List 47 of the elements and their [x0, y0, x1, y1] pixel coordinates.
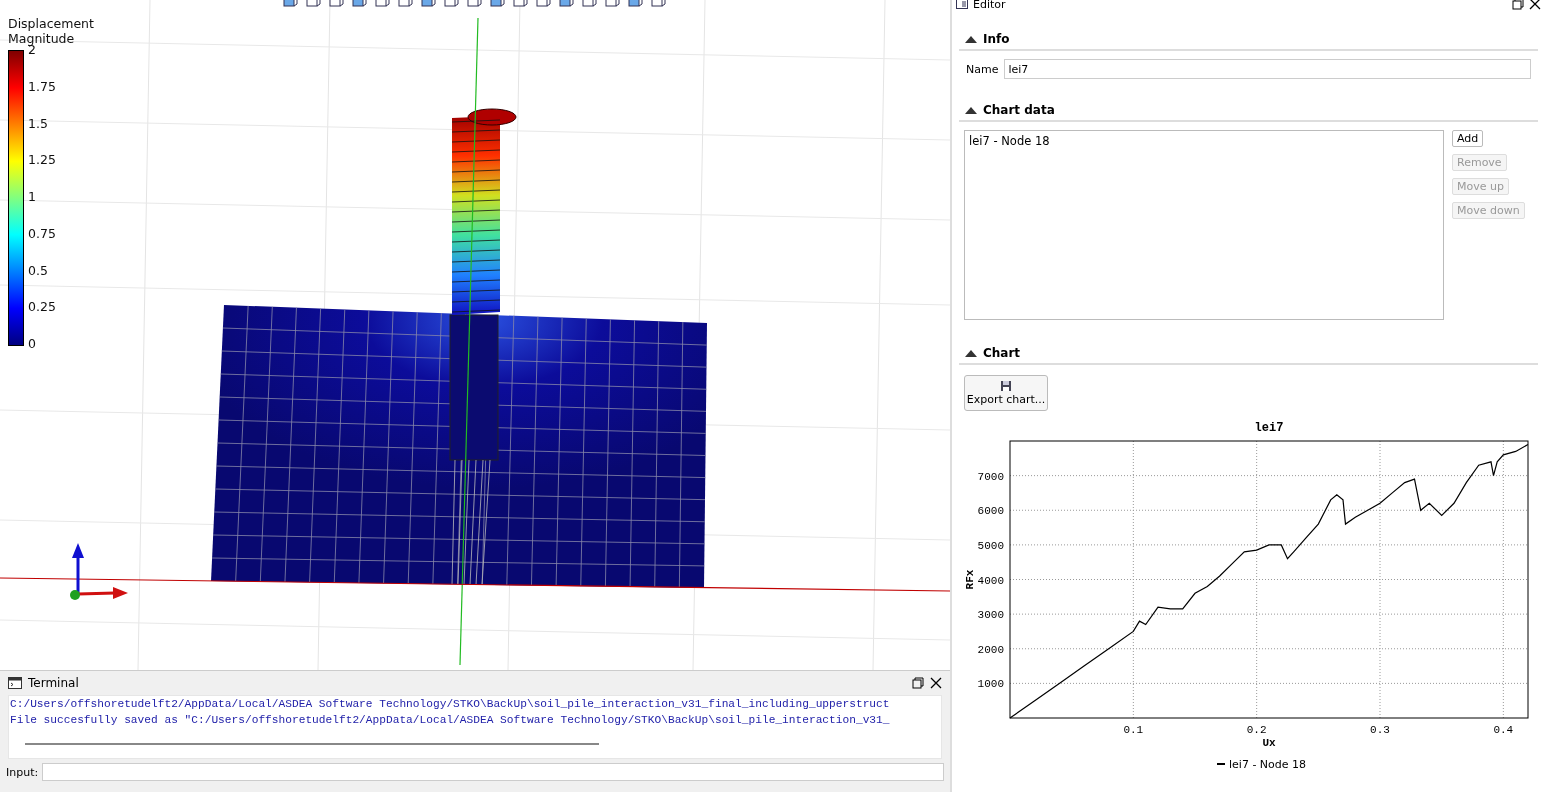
section-title: Info	[983, 32, 1010, 46]
collapse-triangle-icon[interactable]	[965, 349, 977, 357]
close-icon[interactable]	[1529, 0, 1541, 10]
x-tick-label: 0.4	[1493, 724, 1514, 736]
scale-label: 1.75	[28, 78, 56, 95]
scale-label: 1.25	[28, 152, 56, 169]
input-label: Input:	[6, 765, 39, 779]
terminal-icon	[8, 677, 22, 689]
horizontal-scrollbar[interactable]	[25, 743, 599, 745]
x-tick-label: 0.1	[1123, 724, 1144, 736]
chart-title: lei7	[1254, 421, 1284, 435]
name-field[interactable]: lei7	[1004, 59, 1531, 79]
export-chart-button[interactable]: Export chart...	[964, 375, 1048, 411]
collapse-triangle-icon[interactable]	[965, 106, 977, 114]
series-list-item[interactable]: lei7 - Node 18	[969, 134, 1439, 148]
restore-icon[interactable]	[1512, 0, 1524, 10]
axis-triad-icon	[70, 543, 128, 600]
input-field[interactable]	[42, 763, 944, 781]
terminal-output-line: C:/Users/offshoretudelft2/AppData/Local/ASDEA Software Technology/STKO\BackUp\soil_pile_interaction_v31_final_including_upperstruct	[9, 697, 890, 712]
collapse-triangle-icon[interactable]	[965, 35, 977, 43]
y-tick-label: 3000	[977, 609, 1004, 622]
restore-icon[interactable]	[912, 677, 924, 689]
y-tick-label: 1000	[977, 678, 1004, 691]
terminal-title: Terminal	[28, 676, 80, 690]
editor-title: Editor	[973, 0, 1007, 11]
terminal-output-line: File succesfully saved as "C:/Users/offshoretudelft2/AppData/Local/ASDEA Software Technology/STKO\BackUp\soil_pile_interaction_v31_	[9, 713, 890, 728]
section-title: Chart data	[983, 103, 1055, 117]
y-tick-label: 7000	[977, 470, 1004, 483]
section-title: Chart	[983, 346, 1021, 360]
y-tick-label: 4000	[977, 574, 1004, 587]
y-tick-label: 5000	[977, 539, 1004, 552]
list-action-button[interactable]: Add	[1452, 130, 1484, 147]
x-axis-label: Ux	[1262, 737, 1276, 749]
y-tick-label: 6000	[977, 505, 1004, 518]
y-tick-label: 2000	[977, 643, 1004, 656]
close-icon[interactable]	[930, 677, 942, 689]
scale-label: 0.5	[28, 262, 49, 279]
scale-label: 1	[28, 189, 37, 205]
legend-label: lei7 - Node 18	[1229, 758, 1307, 771]
scale-label: 0.75	[28, 225, 56, 242]
scale-label: 1.5	[28, 115, 49, 132]
scale-label: 0.25	[28, 299, 56, 316]
name-label: Name	[966, 62, 999, 76]
x-tick-label: 0.2	[1246, 724, 1267, 736]
y-axis-label: RFx	[964, 569, 976, 590]
x-tick-label: 0.3	[1370, 724, 1390, 736]
scale-label: 0	[28, 336, 37, 352]
